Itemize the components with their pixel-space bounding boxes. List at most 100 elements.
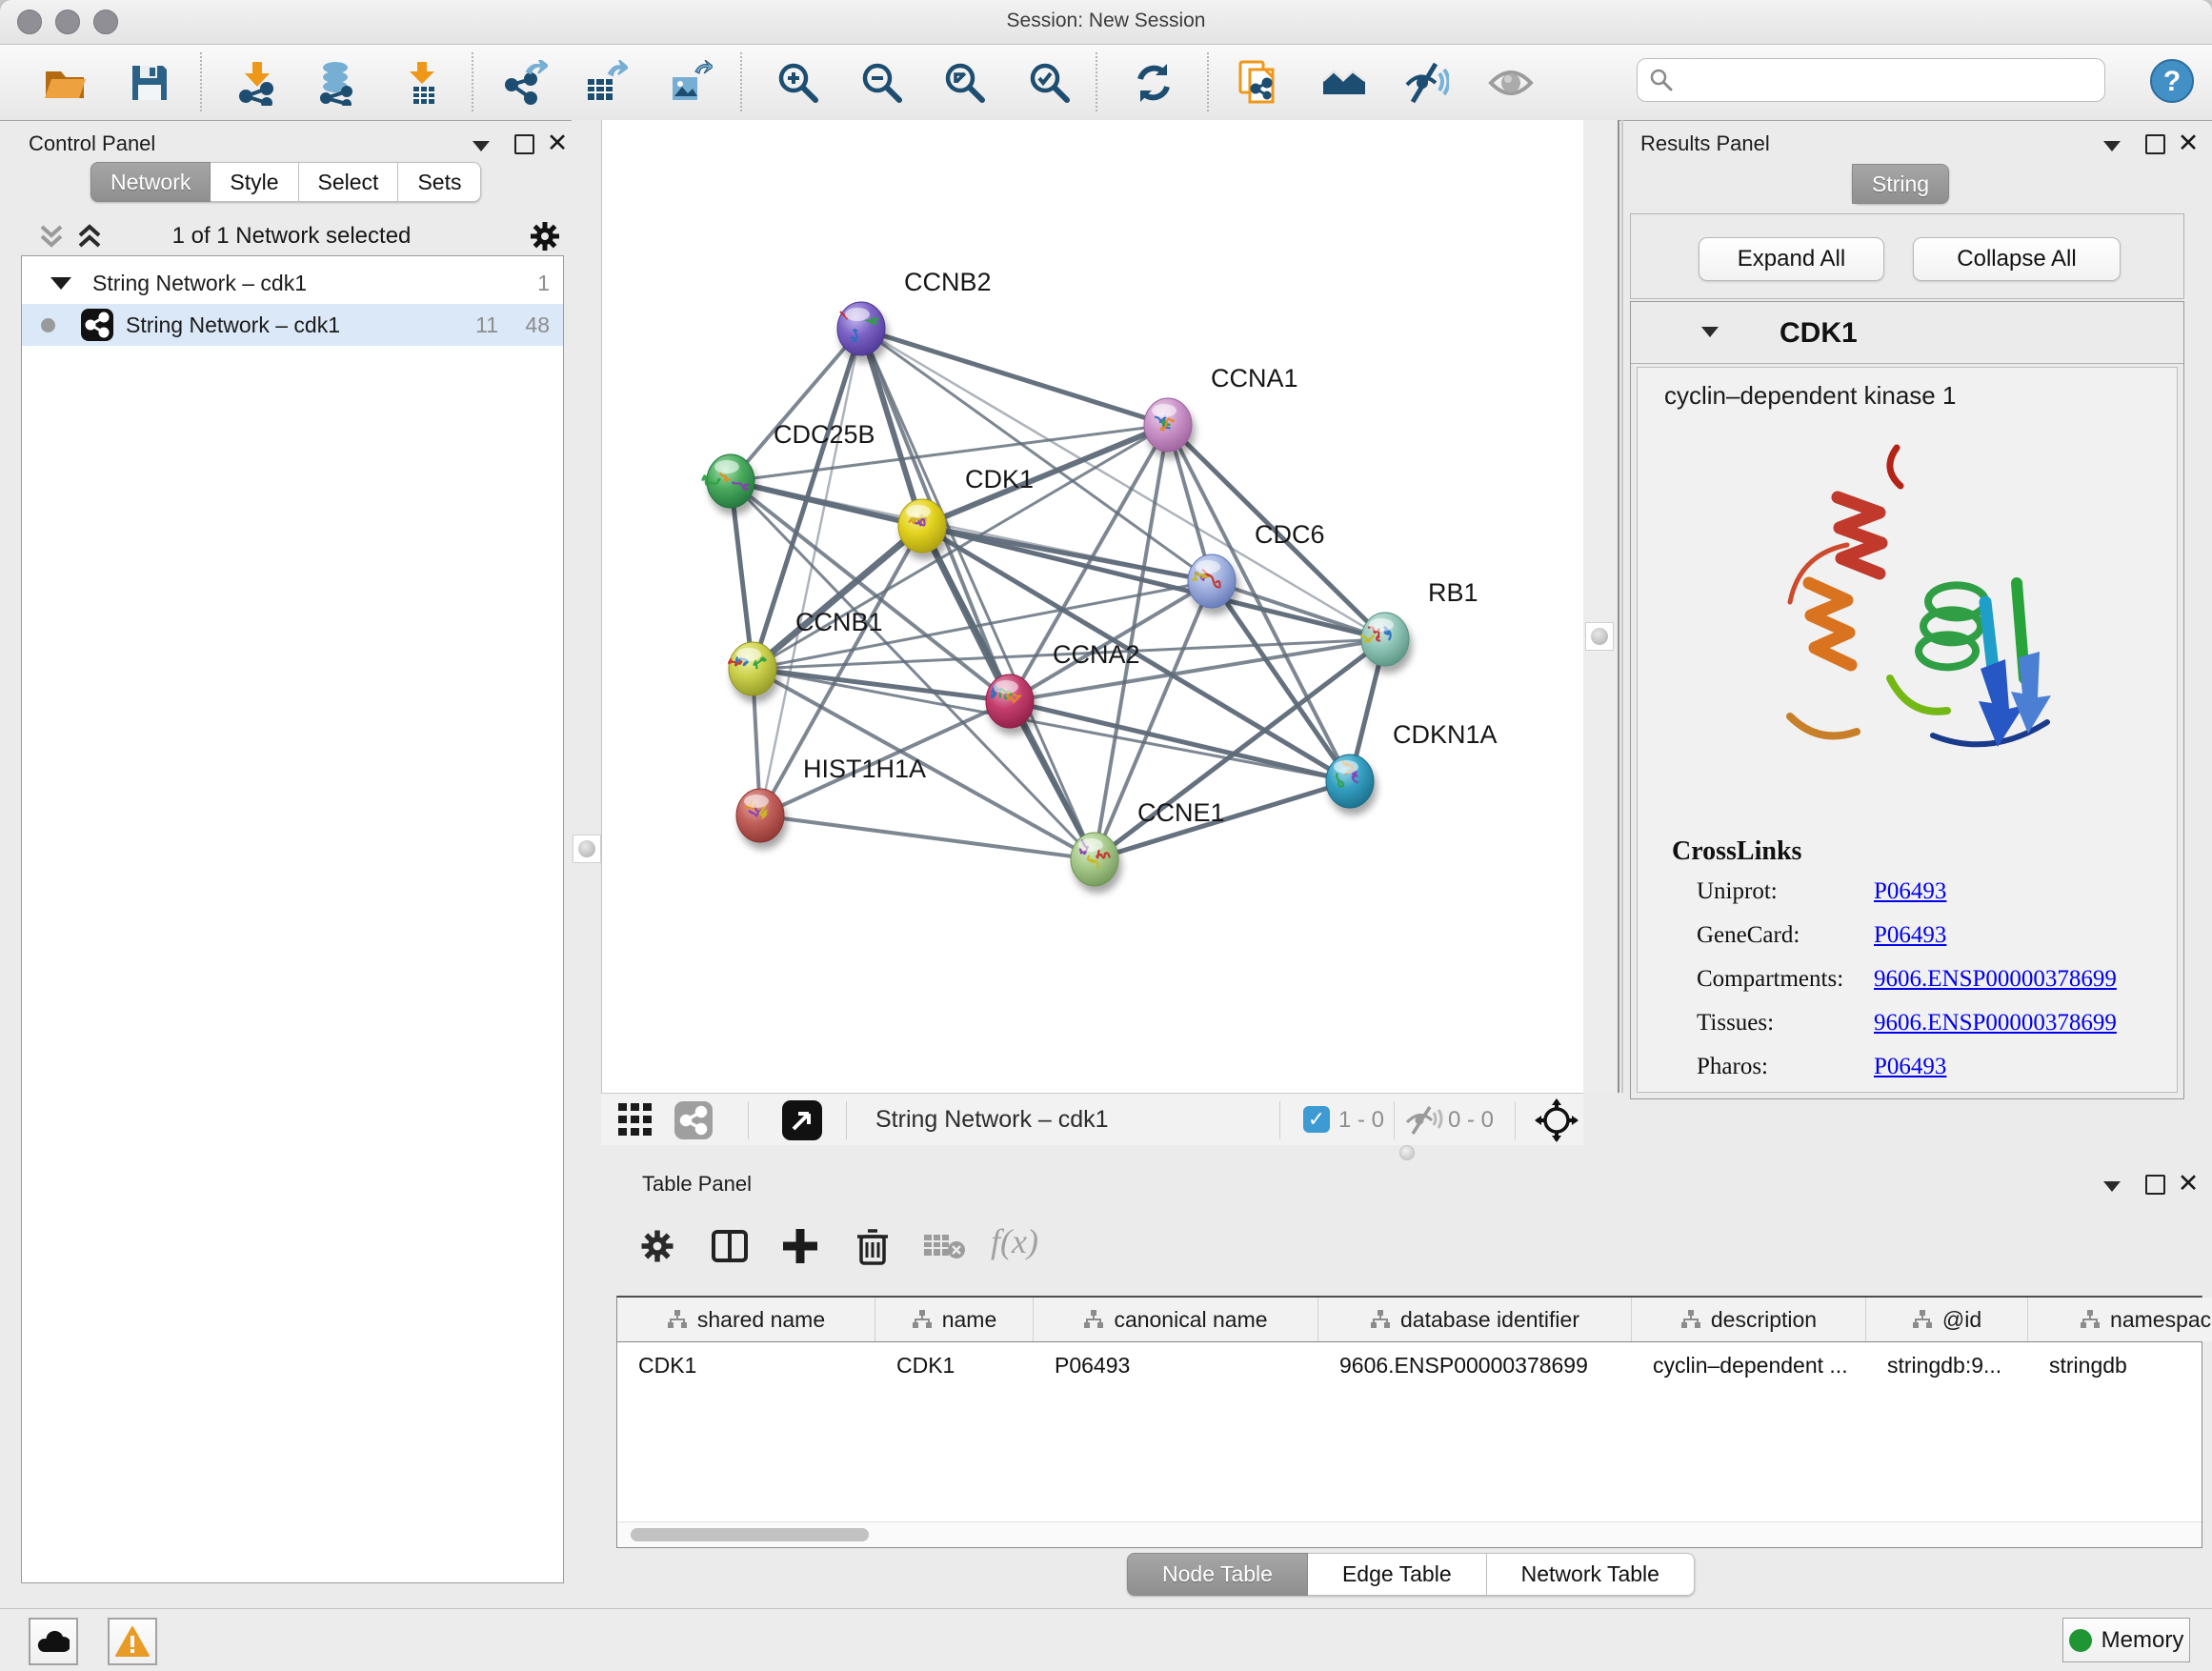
tab-select[interactable]: Select — [299, 162, 399, 202]
crosslink-row: Tissues: 9606.ENSP00000378699 — [1697, 1010, 1774, 1037]
search-input[interactable] — [1674, 67, 2087, 93]
tab-network[interactable]: Network — [90, 162, 211, 202]
import-database-icon[interactable] — [314, 60, 360, 106]
show-columns-icon[interactable] — [709, 1225, 751, 1267]
tab-network-table[interactable]: Network Table — [1487, 1553, 1695, 1596]
show-graphics-details-icon[interactable] — [1488, 60, 1534, 106]
first-neighbors-icon[interactable] — [1237, 60, 1282, 106]
grid-view-icon[interactable] — [618, 1103, 656, 1137]
table-cell[interactable]: stringdb — [2028, 1342, 2212, 1388]
right-splitter[interactable] — [1583, 120, 1618, 1093]
table-cell[interactable]: CDK1 — [875, 1342, 1034, 1388]
export-image-icon[interactable] — [667, 60, 713, 106]
edge-CCNB1-CCNA2[interactable] — [753, 669, 1010, 701]
network-tree: String Network – cdk1 1 String Network –… — [21, 255, 564, 1583]
network-row[interactable]: String Network – cdk1 11 48 — [22, 304, 563, 346]
table-cell[interactable]: cyclin–dependent ... — [1632, 1342, 1866, 1388]
warning-status-button[interactable] — [108, 1618, 157, 1665]
tab-node-table[interactable]: Node Table — [1127, 1553, 1308, 1596]
column-header-description[interactable]: description — [1632, 1298, 1866, 1341]
column-header-shared-name[interactable]: shared name — [617, 1298, 875, 1341]
tab-string[interactable]: String — [1852, 164, 1949, 204]
zoom-fit-icon[interactable] — [942, 60, 988, 106]
edge-CDC25B-CCNB1[interactable] — [731, 481, 753, 669]
table-panel-menu-icon[interactable] — [2098, 1172, 2126, 1200]
edge-HIST1H1A-CCNE1[interactable] — [760, 815, 1095, 859]
tree-expander-icon[interactable] — [50, 277, 71, 290]
open-session-icon[interactable] — [42, 60, 88, 106]
column-header-namespace[interactable]: namespace — [2028, 1298, 2212, 1341]
crosslink-uniprot-link[interactable]: P06493 — [1874, 878, 1946, 905]
table-header-row: shared namenamecanonical namedatabase id… — [617, 1298, 2202, 1342]
save-session-icon[interactable] — [127, 60, 172, 106]
network-view-icon[interactable] — [674, 1100, 714, 1140]
results-panel-float-icon[interactable] — [2141, 130, 2169, 158]
zoom-selected-icon[interactable] — [1027, 60, 1073, 106]
right-splitter-handle[interactable] — [1585, 622, 1614, 651]
expand-all-button[interactable]: Expand All — [1699, 237, 1884, 281]
selected-checkbox-icon[interactable]: ✓ — [1303, 1106, 1330, 1133]
results-panel-close-icon[interactable]: ✕ — [2174, 129, 2202, 157]
crosslink-pharos-link[interactable]: P06493 — [1874, 1054, 1946, 1080]
table-horizontal-scrollbar[interactable] — [617, 1521, 2202, 1547]
table-cell[interactable]: CDK1 — [617, 1342, 875, 1388]
table-panel-float-icon[interactable] — [2141, 1170, 2169, 1198]
edge-CCNA2-CDKN1A[interactable] — [1010, 701, 1350, 781]
table-row[interactable]: CDK1CDK1P064939606.ENSP00000378699cyclin… — [617, 1342, 2202, 1388]
edge-CCNB2-CDC25B[interactable] — [731, 329, 861, 481]
edge-CCNB2-RB1[interactable] — [861, 329, 1385, 639]
cloud-status-button[interactable] — [29, 1618, 78, 1665]
tab-style[interactable]: Style — [211, 162, 298, 202]
cdk1-section-header[interactable]: CDK1 — [1631, 302, 2183, 364]
column-header--id[interactable]: @id — [1866, 1298, 2028, 1341]
birds-eye-view-icon[interactable] — [781, 1099, 823, 1141]
column-header-database-identifier[interactable]: database identifier — [1318, 1298, 1632, 1341]
create-column-icon[interactable] — [779, 1225, 821, 1267]
crosslink-tissues-link[interactable]: 9606.ENSP00000378699 — [1874, 1010, 2117, 1037]
toolbar-search — [1637, 58, 2105, 102]
help-icon[interactable]: ? — [2149, 58, 2195, 104]
control-panel-menu-icon[interactable] — [467, 131, 495, 160]
edge-CDC6-RB1[interactable] — [1212, 581, 1385, 639]
tab-edge-table[interactable]: Edge Table — [1308, 1553, 1487, 1596]
table-cell[interactable]: 9606.ENSP00000378699 — [1318, 1342, 1632, 1388]
zoom-out-icon[interactable] — [859, 60, 905, 106]
left-splitter-handle[interactable] — [573, 835, 601, 863]
import-network-icon[interactable] — [235, 60, 281, 106]
horizontal-splitter[interactable] — [601, 1145, 2212, 1160]
scrollbar-thumb[interactable] — [631, 1528, 869, 1541]
network-options-gear-icon[interactable] — [526, 217, 564, 255]
column-header-name[interactable]: name — [875, 1298, 1034, 1341]
import-table-icon[interactable] — [400, 60, 446, 106]
edge-CCNB2-CCNA1[interactable] — [861, 329, 1168, 425]
results-panel-menu-icon[interactable] — [2098, 131, 2126, 160]
zoom-in-icon[interactable] — [775, 60, 821, 106]
table-cell[interactable]: P06493 — [1034, 1342, 1318, 1388]
table-body: CDK1CDK1P064939606.ENSP00000378699cyclin… — [617, 1342, 2202, 1388]
refresh-view-icon[interactable] — [1131, 60, 1176, 106]
section-collapse-icon[interactable] — [1701, 327, 1719, 337]
table-cell[interactable]: stringdb:9... — [1866, 1342, 2028, 1388]
delete-columns-trash-icon[interactable] — [852, 1225, 894, 1267]
hide-unhide-icon[interactable] — [1403, 60, 1449, 106]
network-collection-row[interactable]: String Network – cdk1 1 — [22, 262, 563, 304]
tab-sets[interactable]: Sets — [398, 162, 481, 202]
network-graph[interactable]: CCNB2CCNA1CDC25BCDK1CDC6RB1CCNB1CCNA2CDK… — [602, 120, 1584, 1093]
column-header-canonical-name[interactable]: canonical name — [1034, 1298, 1318, 1341]
collapse-all-button[interactable]: Collapse All — [1913, 237, 2121, 281]
home-networks-icon[interactable] — [1321, 60, 1367, 106]
control-panel-close-icon[interactable]: ✕ — [543, 129, 572, 157]
table-panel-close-icon[interactable]: ✕ — [2174, 1169, 2202, 1198]
left-splitter[interactable] — [572, 120, 601, 1608]
memory-status-button[interactable]: Memory — [2062, 1618, 2190, 1662]
crosslink-genecard-link[interactable]: P06493 — [1874, 922, 1946, 949]
horizontal-splitter-handle[interactable] — [1399, 1145, 1415, 1160]
network-canvas[interactable]: CCNB2CCNA1CDC25BCDK1CDC6RB1CCNB1CCNA2CDK… — [601, 120, 1583, 1093]
fit-selected-crosshair-icon[interactable] — [1535, 1098, 1579, 1142]
edge-CDK1-CCNB1[interactable] — [753, 526, 922, 669]
table-options-gear-icon[interactable] — [636, 1225, 678, 1267]
crosslink-compartments-link[interactable]: 9606.ENSP00000378699 — [1874, 966, 2117, 993]
export-network-icon[interactable] — [502, 60, 548, 106]
export-table-icon[interactable] — [582, 60, 628, 106]
control-panel-float-icon[interactable] — [510, 130, 538, 158]
